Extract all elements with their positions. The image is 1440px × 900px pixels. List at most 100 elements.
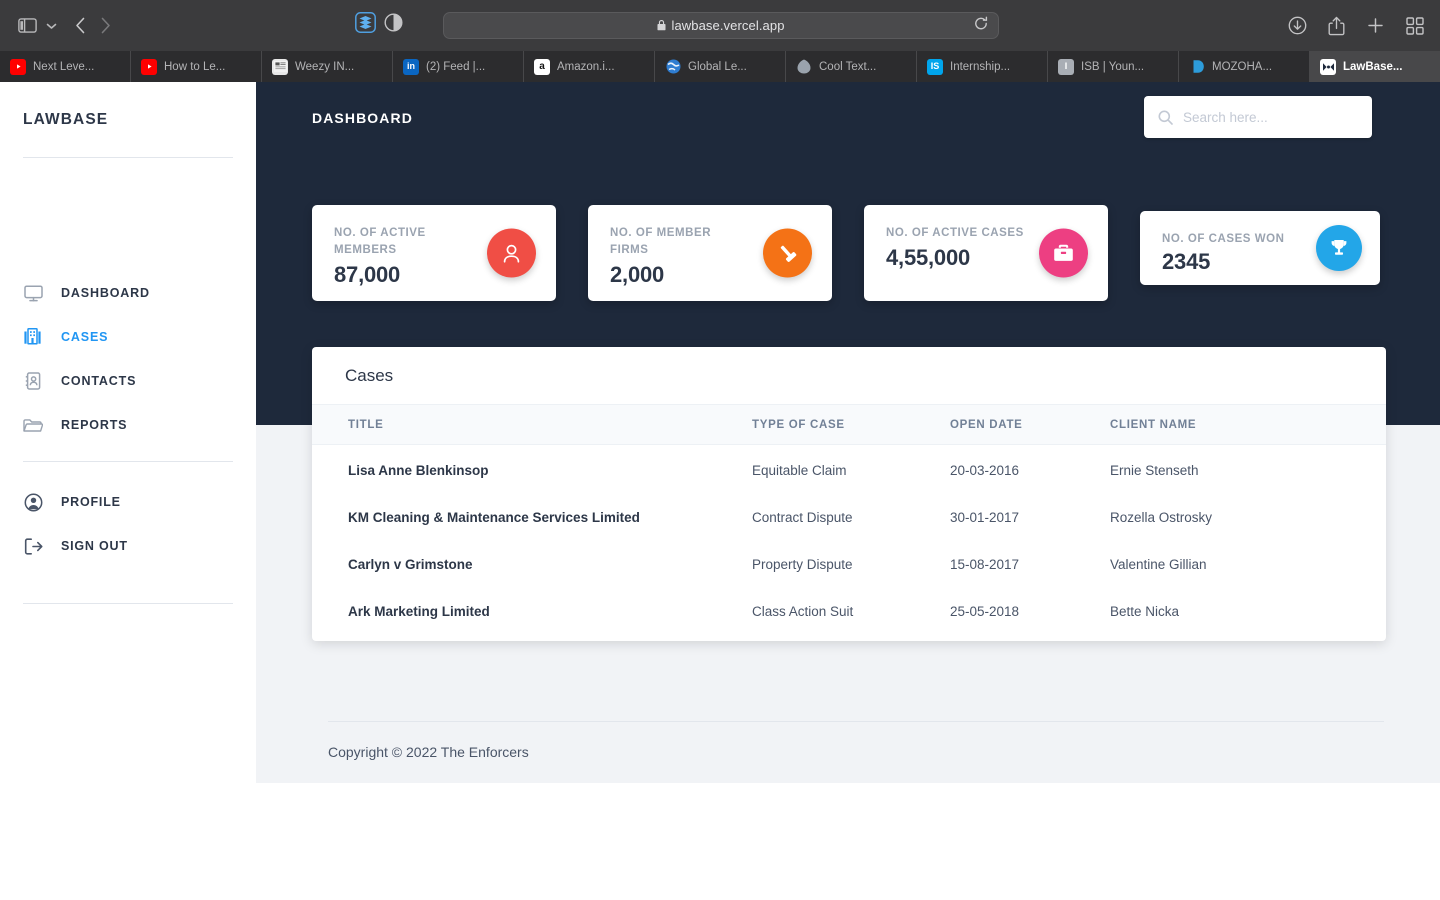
contrast-icon[interactable] (384, 13, 403, 32)
table-head: TITLE TYPE OF CASE OPEN DATE CLIENT NAME (312, 404, 1386, 445)
internshala-icon: IS (927, 58, 943, 75)
user-icon-bubble (487, 228, 536, 278)
sidebar-item-label: PROFILE (61, 495, 121, 509)
sidebar-icon[interactable] (18, 18, 37, 33)
browser-tab[interactable]: Cool Text... (786, 51, 917, 82)
linkedin-icon: in (403, 58, 419, 75)
brand-logo: LAWBASE (23, 111, 109, 128)
blob-icon (796, 59, 812, 75)
news-icon (272, 58, 288, 75)
browser-toolbar-right (1288, 0, 1424, 51)
column-header-client[interactable]: CLIENT NAME (1110, 404, 1386, 445)
browser-tab[interactable]: MOZOHA... (1179, 51, 1310, 82)
tab-label: Weezy IN... (295, 60, 355, 73)
stat-card-active-members: NO. OF ACTIVE MEMBERS 87,000 (312, 205, 556, 301)
sidebar-item-label: CONTACTS (61, 374, 137, 388)
stat-card-active-cases: NO. OF ACTIVE CASES 4,55,000 (864, 205, 1108, 301)
tab-label: Global Le... (688, 60, 747, 73)
sidebar-item-contacts[interactable]: CONTACTS (23, 370, 136, 392)
browser-tab[interactable]: How to Le... (131, 51, 262, 82)
mozo-icon (1189, 59, 1205, 75)
stacks-icon[interactable] (355, 12, 376, 33)
isb-icon: I (1058, 58, 1074, 75)
share-icon[interactable] (1328, 16, 1345, 36)
extension-buttons (355, 12, 403, 33)
column-header-type[interactable]: TYPE OF CASE (752, 404, 950, 445)
youtube-icon (10, 58, 26, 75)
chevron-down-icon[interactable] (46, 22, 57, 30)
globe-icon (665, 59, 681, 75)
stat-card-cases-won: NO. OF CASES WON 2345 (1140, 211, 1380, 285)
tab-label: ISB | Youn... (1081, 60, 1145, 73)
table-header-row: TITLE TYPE OF CASE OPEN DATE CLIENT NAME (312, 404, 1386, 445)
sidebar-item-signout[interactable]: SIGN OUT (23, 535, 128, 557)
browser-chrome: lawbase.vercel.app (0, 0, 1440, 51)
url-text: lawbase.vercel.app (671, 18, 785, 33)
cell-client: Ernie Stenseth (1110, 463, 1199, 478)
tab-label: Cool Text... (819, 60, 877, 73)
browser-tab[interactable]: in (2) Feed |... (393, 51, 524, 82)
stat-label: NO. OF CASES WON (1162, 233, 1285, 245)
table-row[interactable]: KM Cleaning & Maintenance Services Limit… (312, 494, 1386, 541)
address-bar[interactable]: lawbase.vercel.app (443, 12, 999, 39)
sidebar-item-reports[interactable]: REPORTS (23, 414, 127, 436)
browser-toolbar: lawbase.vercel.app (0, 0, 1440, 51)
sidebar-item-label: DASHBOARD (61, 286, 150, 300)
plus-icon[interactable] (1366, 16, 1385, 35)
sidebar-item-profile[interactable]: PROFILE (23, 491, 121, 513)
user-circle-icon (23, 492, 43, 512)
browser-tab[interactable]: Global Le... (655, 51, 786, 82)
cell-date: 20-03-2016 (950, 463, 1020, 478)
table-row[interactable]: Lisa Anne Blenkinsop Equitable Claim 20-… (312, 445, 1386, 495)
stat-label: NO. OF ACTIVE MEMBERS (334, 227, 426, 256)
browser-tab[interactable]: I ISB | Youn... (1048, 51, 1179, 82)
cases-table: TITLE TYPE OF CASE OPEN DATE CLIENT NAME… (312, 404, 1386, 641)
browser-tab[interactable]: Weezy IN... (262, 51, 393, 82)
sidebar-item-label: CASES (61, 330, 109, 344)
contact-book-icon (23, 371, 43, 391)
cell-client: Bette Nicka (1110, 604, 1180, 619)
cell-client: Rozella Ostrosky (1110, 510, 1213, 525)
sidebar-item-dashboard[interactable]: DASHBOARD (23, 282, 150, 304)
web-page: LAWBASE DASHBOARD CASES CONTACTS REPORTS… (0, 82, 1440, 900)
reload-icon[interactable] (974, 16, 988, 35)
column-header-title[interactable]: TITLE (312, 404, 752, 445)
search-input[interactable] (1183, 109, 1358, 125)
search-icon (1158, 110, 1173, 125)
cell-date: 25-05-2018 (950, 604, 1020, 619)
stat-label: NO. OF MEMBER FIRMS (610, 227, 712, 256)
browser-tab[interactable]: a Amazon.i... (524, 51, 655, 82)
grid-icon[interactable] (1406, 16, 1424, 35)
chevron-right-icon[interactable] (100, 17, 111, 34)
cell-title: Lisa Anne Blenkinsop (348, 463, 489, 478)
sidebar-divider-bottom (23, 603, 233, 604)
tab-label: (2) Feed |... (426, 60, 486, 73)
app-sidebar: LAWBASE DASHBOARD CASES CONTACTS REPORTS… (0, 82, 256, 900)
chevron-left-icon[interactable] (75, 17, 86, 34)
stat-label: NO. OF ACTIVE CASES (886, 227, 1024, 239)
browser-tab[interactable]: IS Internship... (917, 51, 1048, 82)
tab-label: Internship... (950, 60, 1011, 73)
main-content: DASHBOARD NO. OF ACTIVE MEMBERS 87,000 (256, 82, 1440, 783)
cell-type: Class Action Suit (752, 604, 854, 619)
sidebar-divider-middle (23, 461, 233, 462)
column-header-date[interactable]: OPEN DATE (950, 404, 1110, 445)
search-box[interactable] (1144, 96, 1372, 138)
browser-tab[interactable]: Next Leve... (0, 51, 131, 82)
stat-cards: NO. OF ACTIVE MEMBERS 87,000 NO. OF MEMB… (312, 205, 1384, 305)
sidebar-item-cases[interactable]: CASES (23, 326, 108, 348)
table-row[interactable]: Ark Marketing Limited Class Action Suit … (312, 588, 1386, 641)
lawbase-icon (1320, 58, 1336, 75)
cases-heading: Cases (345, 365, 394, 385)
browser-tab-active[interactable]: LawBase... (1310, 51, 1440, 82)
download-icon[interactable] (1288, 16, 1307, 35)
trophy-icon-bubble (1316, 225, 1362, 271)
briefcase-icon-bubble (1039, 228, 1088, 278)
youtube-icon (141, 58, 157, 75)
gavel-icon-bubble (763, 228, 812, 278)
table-row[interactable]: Carlyn v Grimstone Property Dispute 15-0… (312, 541, 1386, 588)
sidebar-divider-top (23, 157, 233, 158)
tab-label: Next Leve... (33, 60, 95, 73)
folder-icon (23, 415, 43, 435)
tab-label: How to Le... (164, 60, 226, 73)
